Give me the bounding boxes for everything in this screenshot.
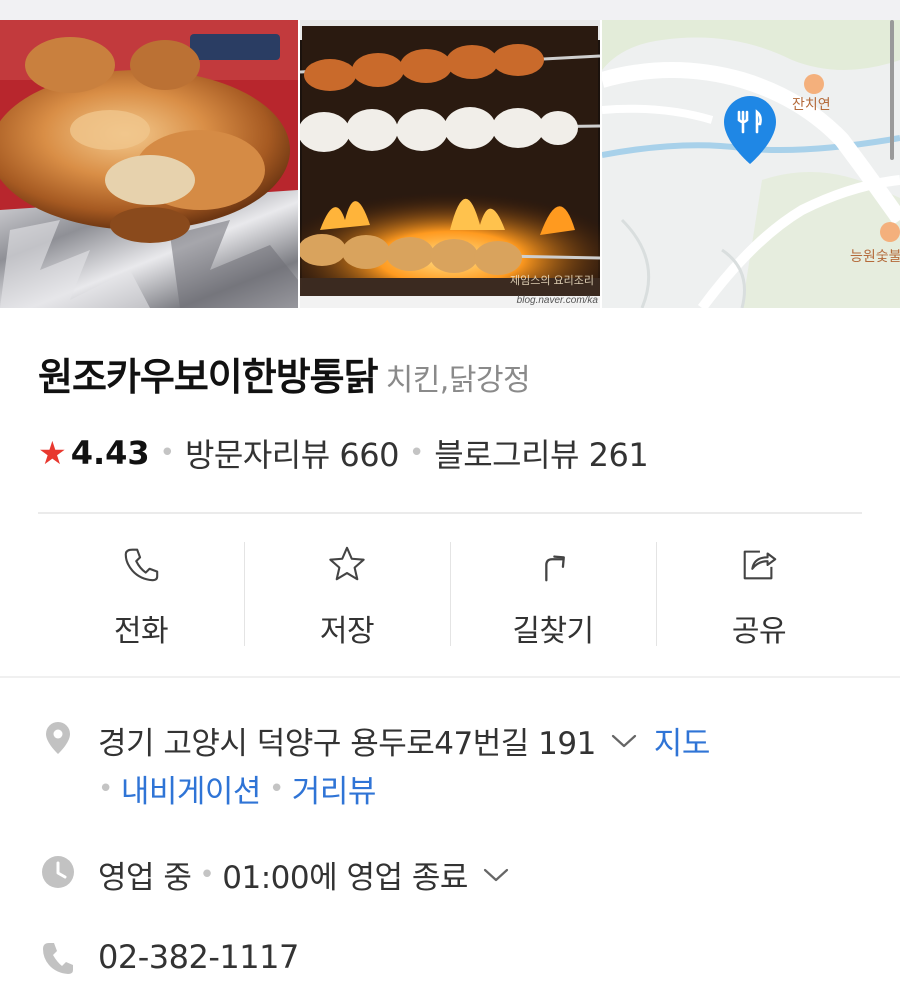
navigation-link[interactable]: 내비게이션 <box>121 766 262 811</box>
photo-rotisserie[interactable]: 제임스의 요리조리 blog.naver.com/ka <box>300 20 600 308</box>
location-pin-icon <box>46 722 70 754</box>
map-thumbnail[interactable]: 잔치연 능원숯불 <box>602 20 900 308</box>
star-outline-icon <box>329 546 365 581</box>
title-row: 원조카우보이한방통닭 치킨,닭강정 <box>38 346 531 401</box>
divider <box>38 512 862 514</box>
call-button[interactable]: 전화 <box>38 538 244 650</box>
photo-watermark: blog.naver.com/ka <box>516 295 598 306</box>
share-icon <box>743 550 777 580</box>
save-button-label: 저장 <box>319 614 375 649</box>
address-text[interactable]: 경기 고양시 덕양구 용두로47번길 191 <box>98 718 596 763</box>
visitor-reviews-link[interactable]: 방문자리뷰 660 <box>185 430 399 476</box>
blog-reviews-link[interactable]: 블로그리뷰 261 <box>434 430 648 476</box>
address-links-row: • 내비게이션 • 거리뷰 <box>98 766 376 811</box>
place-name: 원조카우보이한방통닭 <box>38 355 379 399</box>
separator-dot: • <box>199 859 215 890</box>
top-strip <box>0 0 900 20</box>
phone-icon <box>124 548 159 582</box>
divider <box>0 676 900 678</box>
phone-number[interactable]: 02-382-1117 <box>98 938 299 976</box>
call-button-label: 전화 <box>113 614 169 649</box>
separator-dot: • <box>159 438 175 468</box>
map-poi-label-1: 잔치연 <box>792 96 831 112</box>
directions-icon <box>545 555 565 582</box>
place-category: 치킨,닭강정 <box>385 363 531 398</box>
map-link[interactable]: 지도 <box>654 718 711 763</box>
address-row: 경기 고양시 덕양구 용두로47번길 191 지도 <box>98 718 710 763</box>
separator-dot: • <box>98 773 113 804</box>
street-view-link[interactable]: 거리뷰 <box>292 766 377 811</box>
rating-value: 4.43 <box>70 434 150 472</box>
save-button[interactable]: 저장 <box>244 538 450 650</box>
photo-roast-chicken[interactable] <box>0 20 298 308</box>
star-icon: ★ <box>38 434 67 472</box>
share-button[interactable]: 공유 <box>656 538 862 650</box>
photo-overlay-text: 제임스의 요리조리 <box>510 275 595 287</box>
phone-small-icon <box>43 943 73 974</box>
clock-icon <box>42 856 74 888</box>
scrollbar[interactable] <box>890 20 894 160</box>
separator-dot: • <box>268 773 284 804</box>
map-poi-label-2: 능원숯불 <box>850 248 900 264</box>
chevron-down-icon[interactable] <box>610 731 638 751</box>
photo-strip[interactable]: 제임스의 요리조리 blog.naver.com/ka 잔치연 능원숯불 <box>0 20 900 308</box>
chevron-down-icon[interactable] <box>482 865 510 885</box>
action-bar: 전화 저장 길찾기 공유 <box>38 538 862 650</box>
separator-dot: • <box>408 438 425 468</box>
hours-row[interactable]: 영업 중 • 01:00에 영업 종료 <box>98 852 510 897</box>
directions-button[interactable]: 길찾기 <box>450 538 656 650</box>
hours-status: 영업 중 <box>98 860 192 896</box>
hours-detail: 01:00에 영업 종료 <box>222 860 468 896</box>
share-button-label: 공유 <box>731 614 787 649</box>
directions-button-label: 길찾기 <box>512 614 594 649</box>
stats-row: ★ 4.43 • 방문자리뷰 660 • 블로그리뷰 261 <box>38 430 649 476</box>
